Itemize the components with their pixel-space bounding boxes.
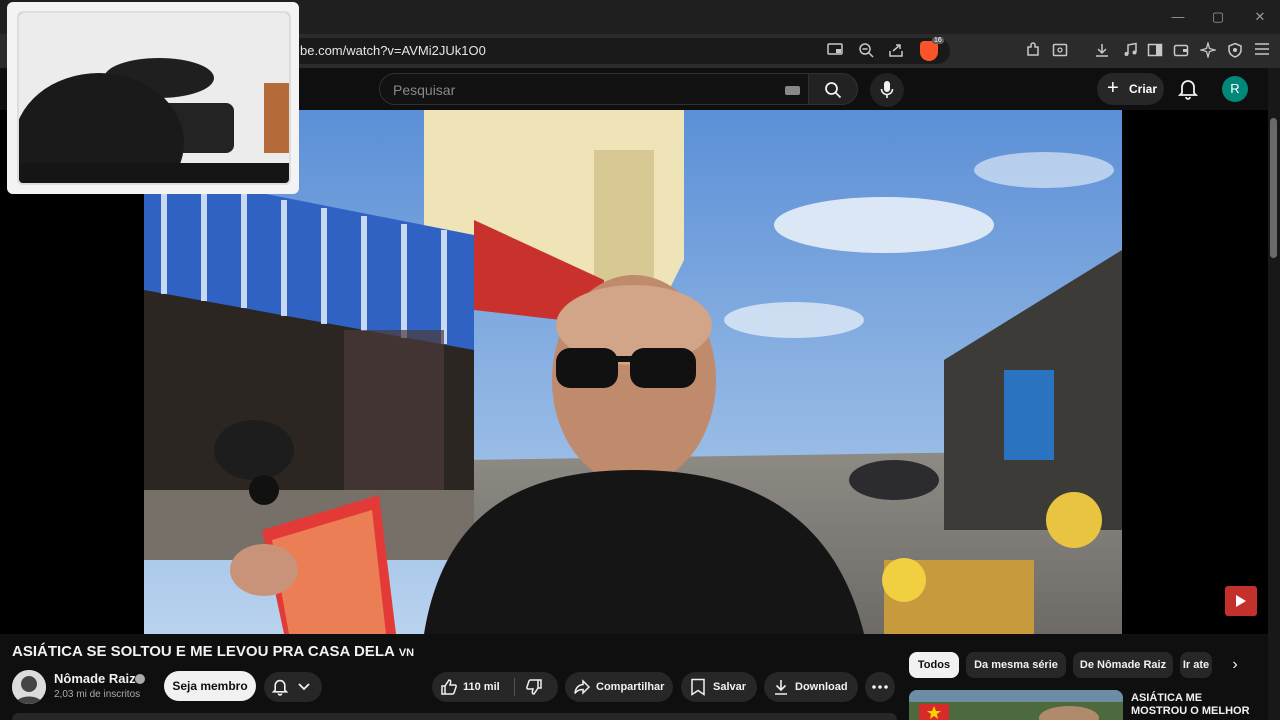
chip-all[interactable]: Todos xyxy=(909,652,959,678)
play-icon xyxy=(1236,595,1246,607)
share-page-icon[interactable] xyxy=(887,42,905,60)
chip-from-channel[interactable]: De Nômade Raiz xyxy=(1073,652,1173,678)
account-avatar[interactable]: R xyxy=(1222,76,1248,102)
create-button[interactable]: + Criar xyxy=(1097,73,1164,105)
like-dislike-group: 110 mil xyxy=(432,672,558,702)
bookmark-icon xyxy=(691,678,705,696)
chip-go-to[interactable]: Ir ate xyxy=(1180,652,1212,678)
like-button[interactable]: 110 mil xyxy=(432,672,514,702)
tab-search-icon[interactable] xyxy=(1051,42,1069,60)
recommendation-title[interactable]: ASIÁTICA ME MOSTROU O MELHOR xyxy=(1131,692,1261,718)
save-label: Salvar xyxy=(713,681,747,693)
brave-shield-icon[interactable] xyxy=(920,41,938,61)
url-text[interactable]: be.com/watch?v=AVMi2JUk1O0 xyxy=(300,43,486,58)
download-icon xyxy=(775,680,787,695)
chevron-down-icon xyxy=(298,683,310,691)
video-title: ASIÁTICA SE SOLTOU E ME LEVOU PRA CASA D… xyxy=(12,643,414,660)
channel-name[interactable]: Nômade Raiz xyxy=(54,671,136,686)
webcam-feed xyxy=(17,11,291,185)
search-input[interactable]: Pesquisar xyxy=(393,82,455,98)
subscription-notifications-button[interactable] xyxy=(264,672,322,702)
cast-icon[interactable] xyxy=(826,42,844,60)
leo-ai-icon[interactable] xyxy=(1198,40,1218,60)
thumbs-up-icon xyxy=(441,679,457,695)
more-actions-button[interactable] xyxy=(865,672,895,702)
webcam-overlay xyxy=(7,2,299,194)
zoom-icon[interactable] xyxy=(857,42,875,60)
save-button[interactable]: Salvar xyxy=(681,672,757,702)
create-label: Criar xyxy=(1129,82,1158,96)
voice-search-button[interactable] xyxy=(870,73,904,107)
dislike-button[interactable] xyxy=(515,672,558,702)
downloads-icon[interactable] xyxy=(1093,42,1111,60)
download-label: Download xyxy=(795,681,848,693)
bell-icon xyxy=(1177,80,1199,100)
brave-shield-count: 16 xyxy=(932,37,944,44)
channel-watermark[interactable] xyxy=(1225,586,1257,616)
video-title-suffix: VN xyxy=(398,647,415,659)
media-icon[interactable] xyxy=(1121,42,1139,60)
recommendation-thumbnail[interactable] xyxy=(909,690,1123,720)
search-button[interactable] xyxy=(808,73,858,105)
more-horizontal-icon xyxy=(872,685,888,689)
scrollbar-thumb[interactable] xyxy=(1270,118,1277,258)
search-box[interactable]: Pesquisar xyxy=(379,73,809,105)
wallet-icon[interactable] xyxy=(1172,42,1190,60)
sidebar-icon[interactable] xyxy=(1146,42,1164,60)
maximize-button[interactable]: ▢ xyxy=(1208,8,1228,26)
microphone-icon xyxy=(880,81,894,98)
notifications-button[interactable] xyxy=(1177,78,1199,100)
url-field[interactable]: be.com/watch?v=AVMi2JUk1O0 xyxy=(290,38,950,64)
join-button[interactable]: Seja membro xyxy=(164,671,256,701)
share-arrow-icon xyxy=(574,679,591,695)
search-icon xyxy=(825,82,842,99)
menu-icon[interactable] xyxy=(1253,42,1271,60)
vpn-shield-icon[interactable] xyxy=(1226,42,1244,60)
page-scrollbar[interactable] xyxy=(1268,68,1280,720)
keyboard-icon[interactable] xyxy=(785,86,800,95)
bell-icon xyxy=(272,679,288,696)
channel-avatar[interactable] xyxy=(12,670,46,704)
minimize-button[interactable]: — xyxy=(1168,8,1188,26)
thumbs-down-icon xyxy=(526,679,542,695)
plus-icon: + xyxy=(1107,77,1119,99)
subscriber-count: 2,03 mi de inscritos xyxy=(54,689,141,700)
download-button[interactable]: Download xyxy=(764,672,858,702)
video-title-text: ASIÁTICA SE SOLTOU E ME LEVOU PRA CASA D… xyxy=(12,643,395,660)
chevron-right-icon[interactable]: › xyxy=(1226,655,1244,675)
description-box[interactable] xyxy=(12,713,897,720)
share-label: Compartilhar xyxy=(596,681,665,693)
close-window-button[interactable]: ✕ xyxy=(1250,8,1270,26)
share-button[interactable]: Compartilhar xyxy=(565,672,673,702)
verified-icon xyxy=(135,674,145,684)
chip-same-series[interactable]: Da mesma série xyxy=(966,652,1066,678)
extensions-icon[interactable] xyxy=(1024,42,1042,60)
like-count: 110 mil xyxy=(463,681,500,693)
